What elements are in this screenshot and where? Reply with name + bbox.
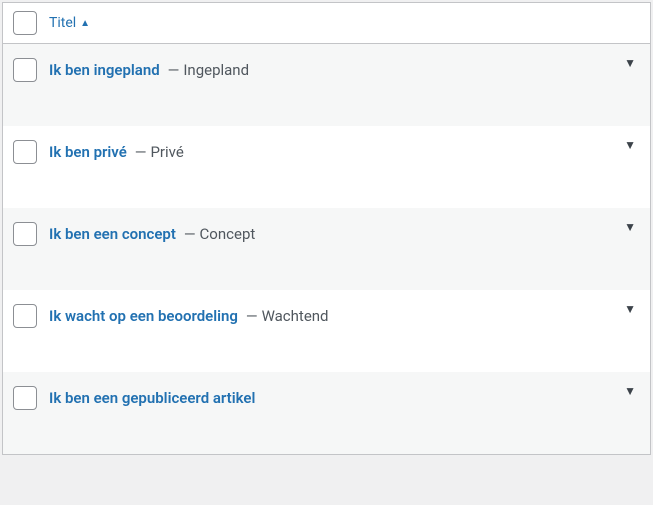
row-checkbox[interactable] bbox=[13, 58, 37, 82]
column-header-title-label: Titel bbox=[49, 15, 76, 31]
post-status: Ingepland bbox=[183, 61, 249, 79]
table-body: Ik ben ingepland — Ingepland ▼ Ik ben pr… bbox=[3, 44, 650, 454]
post-status: Wachtend bbox=[262, 307, 329, 325]
status-separator: — bbox=[246, 307, 258, 325]
post-title-link[interactable]: Ik ben ingepland bbox=[49, 61, 160, 79]
status-separator: — bbox=[135, 143, 147, 161]
post-title-link[interactable]: Ik wacht op een beoordeling bbox=[49, 307, 238, 325]
post-status: Privé bbox=[150, 143, 183, 161]
row-toggle-icon[interactable]: ▼ bbox=[624, 302, 636, 316]
column-header-title[interactable]: Titel ▲ bbox=[49, 15, 90, 31]
row-toggle-icon[interactable]: ▼ bbox=[624, 384, 636, 398]
table-row: Ik ben een concept — Concept ▼ bbox=[3, 208, 650, 290]
sort-ascending-icon: ▲ bbox=[80, 18, 90, 29]
row-toggle-icon[interactable]: ▼ bbox=[624, 220, 636, 234]
row-toggle-icon[interactable]: ▼ bbox=[624, 138, 636, 152]
post-title-link[interactable]: Ik ben een gepubliceerd artikel bbox=[49, 389, 255, 407]
row-checkbox[interactable] bbox=[13, 304, 37, 328]
post-title-link[interactable]: Ik ben privé bbox=[49, 143, 127, 161]
post-status: Concept bbox=[200, 225, 256, 243]
table-row: Ik ben privé — Privé ▼ bbox=[3, 126, 650, 208]
posts-table: Titel ▲ Ik ben ingepland — Ingepland ▼ I… bbox=[2, 2, 651, 455]
post-title-link[interactable]: Ik ben een concept bbox=[49, 225, 176, 243]
status-separator: — bbox=[168, 61, 180, 79]
select-all-checkbox[interactable] bbox=[13, 11, 37, 35]
row-checkbox[interactable] bbox=[13, 222, 37, 246]
table-header-row: Titel ▲ bbox=[3, 3, 650, 44]
status-separator: — bbox=[184, 225, 196, 243]
row-checkbox[interactable] bbox=[13, 140, 37, 164]
table-row: Ik wacht op een beoordeling — Wachtend ▼ bbox=[3, 290, 650, 372]
row-toggle-icon[interactable]: ▼ bbox=[624, 56, 636, 70]
table-row: Ik ben een gepubliceerd artikel ▼ bbox=[3, 372, 650, 454]
row-checkbox[interactable] bbox=[13, 386, 37, 410]
table-row: Ik ben ingepland — Ingepland ▼ bbox=[3, 44, 650, 126]
